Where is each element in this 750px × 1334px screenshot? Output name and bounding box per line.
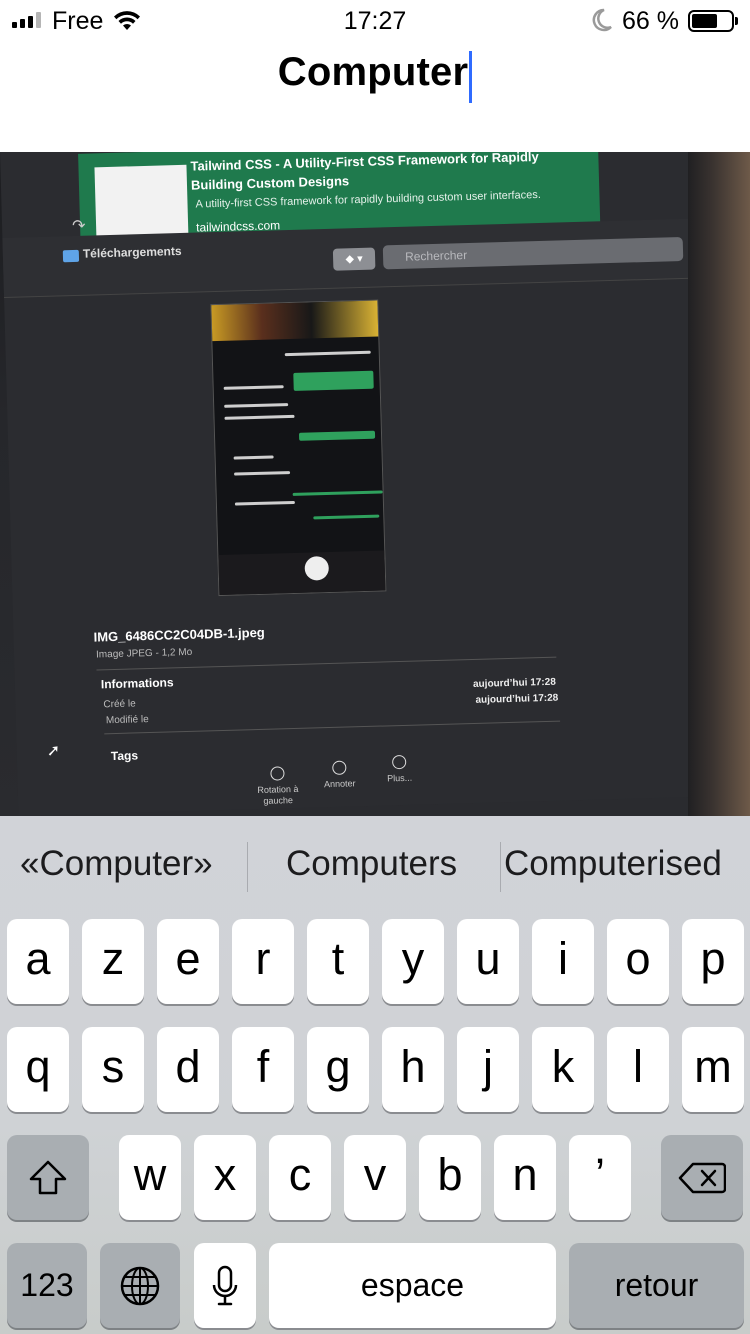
created-label: Créé le xyxy=(103,698,136,711)
key-y[interactable]: y xyxy=(382,919,444,1004)
modified-value: aujourd’hui 17:28 xyxy=(475,692,559,706)
key-g[interactable]: g xyxy=(307,1027,369,1112)
finder-search-placeholder: Rechercher xyxy=(404,248,468,264)
annotate-label: Annoter xyxy=(323,778,356,790)
key-w[interactable]: w xyxy=(119,1135,181,1220)
mouse-pointer-icon: ➚ xyxy=(46,742,61,760)
more-icon xyxy=(391,754,407,770)
key-v[interactable]: v xyxy=(344,1135,406,1220)
rotate-icon xyxy=(270,766,285,781)
shift-icon xyxy=(29,1160,67,1194)
microphone-icon xyxy=(212,1265,238,1305)
suggestion-3[interactable]: Computerised xyxy=(504,844,722,884)
folder-icon xyxy=(62,249,80,263)
share-icon: ↷ xyxy=(71,217,86,236)
suggestion-2[interactable]: Computers xyxy=(286,844,457,884)
suggestion-1[interactable]: «Computer» xyxy=(20,844,213,884)
key-q[interactable]: q xyxy=(7,1027,69,1112)
key-k[interactable]: k xyxy=(532,1027,594,1112)
page-title[interactable]: Computer xyxy=(278,50,469,94)
key-u[interactable]: u xyxy=(457,919,519,1004)
finder-search-field: Rechercher xyxy=(382,236,684,270)
key-i[interactable]: i xyxy=(532,919,594,1004)
globe-key[interactable] xyxy=(100,1243,180,1328)
key-s[interactable]: s xyxy=(82,1027,144,1112)
key-n[interactable]: n xyxy=(494,1135,556,1220)
space-key[interactable]: espace xyxy=(269,1243,556,1328)
info-heading: Informations xyxy=(100,675,174,692)
folder-label: Téléchargements xyxy=(82,243,182,261)
link-preview-thumbnail xyxy=(94,164,189,240)
dropbox-icon: ◆ ▾ xyxy=(332,247,376,271)
battery-percentage: 66 % xyxy=(622,7,679,35)
moon-icon xyxy=(591,8,613,37)
key-d[interactable]: d xyxy=(157,1027,219,1112)
tags-heading: Tags xyxy=(110,748,139,764)
battery-level-fill xyxy=(692,14,718,28)
numbers-key[interactable]: 123 xyxy=(7,1243,87,1328)
rotate-left-label: Rotation à gauche xyxy=(257,783,299,806)
key-apostrophe[interactable]: ’ xyxy=(569,1135,631,1220)
key-e[interactable]: e xyxy=(157,919,219,1004)
annotate-icon xyxy=(332,760,347,775)
file-name: IMG_6486CC2C04DB-1.jpeg xyxy=(93,624,265,645)
more-action: Plus... xyxy=(369,754,430,785)
key-r[interactable]: r xyxy=(232,919,294,1004)
key-t[interactable]: t xyxy=(307,919,369,1004)
modified-label: Modifié le xyxy=(105,714,149,727)
key-a[interactable]: a xyxy=(7,919,69,1004)
photographed-screen: Tailwind CSS - A Utility-First CSS Frame… xyxy=(0,152,719,816)
status-bar: Free 17:27 66 % xyxy=(0,0,750,42)
text-cursor xyxy=(469,50,473,103)
more-label: Plus... xyxy=(386,772,413,784)
delete-key[interactable] xyxy=(661,1135,743,1220)
key-z[interactable]: z xyxy=(82,919,144,1004)
key-c[interactable]: c xyxy=(269,1135,331,1220)
title-bar: Computer xyxy=(0,50,750,107)
key-h[interactable]: h xyxy=(382,1027,444,1112)
battery-icon xyxy=(688,10,738,32)
key-l[interactable]: l xyxy=(607,1027,669,1112)
key-b[interactable]: b xyxy=(419,1135,481,1220)
annotate-action: Annoter xyxy=(309,760,370,791)
key-j[interactable]: j xyxy=(457,1027,519,1112)
delete-icon xyxy=(678,1162,726,1193)
key-x[interactable]: x xyxy=(194,1135,256,1220)
key-p[interactable]: p xyxy=(682,919,744,1004)
photo-background xyxy=(688,152,750,816)
suggestion-bar: «Computer» Computers Computerised xyxy=(0,816,750,918)
screenshot-thumbnail xyxy=(210,299,387,597)
globe-icon xyxy=(120,1266,160,1305)
file-meta: Image JPEG - 1,2 Mo xyxy=(95,646,193,661)
created-value: aujourd’hui 17:28 xyxy=(472,676,556,690)
key-f[interactable]: f xyxy=(232,1027,294,1112)
key-m[interactable]: m xyxy=(682,1027,744,1112)
keyboard: «Computer» Computers Computerised a z e … xyxy=(0,816,750,1334)
shift-key[interactable] xyxy=(7,1135,89,1220)
key-o[interactable]: o xyxy=(607,919,669,1004)
dictation-key[interactable] xyxy=(194,1243,256,1328)
rotate-left-action: Rotation à gauche xyxy=(247,766,308,808)
photo-preview: Tailwind CSS - A Utility-First CSS Frame… xyxy=(0,152,750,816)
return-key[interactable]: retour xyxy=(569,1243,744,1328)
